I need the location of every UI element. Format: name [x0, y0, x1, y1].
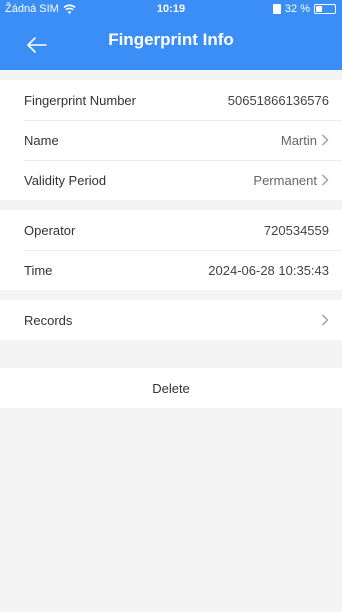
battery-icon: [314, 4, 336, 14]
time-label: Time: [24, 262, 53, 278]
time-row: Time 2024-06-28 10:35:43: [0, 250, 342, 290]
name-value-wrap: Martin: [281, 133, 329, 148]
validity-period-row[interactable]: Validity Period Permanent: [0, 160, 342, 200]
records-group: Records: [0, 300, 342, 340]
name-row[interactable]: Name Martin: [0, 120, 342, 160]
battery-percent: 32 %: [284, 3, 310, 15]
chevron-right-icon: [322, 174, 329, 186]
fingerprint-info-group: Fingerprint Number 50651866136576 Name M…: [0, 80, 342, 200]
operator-group: Operator 720534559 Time 2024-06-28 10:35…: [0, 210, 342, 290]
navbar: Fingerprint Info: [0, 18, 342, 70]
status-right: 32 %: [272, 3, 336, 15]
chevron-right-icon: [322, 314, 329, 326]
app-header: Žádná SIM 10:19 32 % Fingerprint Info: [0, 0, 342, 70]
validity-value-wrap: Permanent: [253, 173, 329, 188]
delete-label: Delete: [152, 380, 190, 396]
orientation-lock-icon: [272, 4, 281, 14]
delete-button[interactable]: Delete: [0, 368, 342, 408]
fingerprint-number-label: Fingerprint Number: [24, 92, 136, 108]
validity-period-value: Permanent: [253, 172, 317, 188]
fingerprint-number-value: 50651866136576: [227, 92, 329, 108]
validity-period-label: Validity Period: [24, 172, 107, 188]
page-title: Fingerprint Info: [108, 30, 234, 49]
records-row[interactable]: Records: [0, 300, 342, 340]
records-label: Records: [24, 312, 73, 328]
time-value: 2024-06-28 10:35:43: [208, 262, 329, 278]
chevron-right-icon: [322, 134, 329, 146]
name-value: Martin: [280, 132, 317, 148]
status-bar: Žádná SIM 10:19 32 %: [0, 0, 342, 18]
fingerprint-number-row: Fingerprint Number 50651866136576: [0, 80, 342, 120]
operator-value: 720534559: [263, 222, 329, 238]
operator-row: Operator 720534559: [0, 210, 342, 250]
operator-label: Operator: [24, 222, 76, 238]
name-label: Name: [24, 132, 59, 148]
